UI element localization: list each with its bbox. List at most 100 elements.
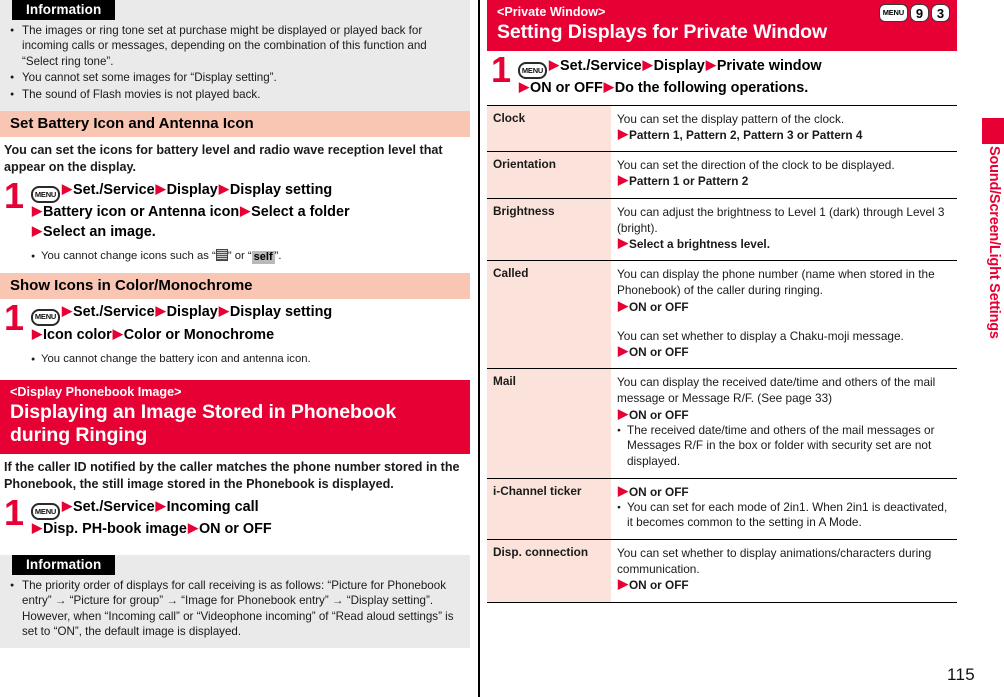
numeric-key-9-icon[interactable]: 9 [910,4,929,22]
step-private-window: 1 MENU ▶Set./Service▶Display▶Private wind… [487,52,957,99]
arrow-icon: ▶ [112,325,123,341]
desc-text: You can display the received date/time a… [617,375,936,406]
arrow-icon: ▶ [618,297,628,313]
arrow-icon: ▶ [32,222,42,238]
step-line-2: ▶Icon color▶Color or Monochrome [31,326,464,346]
arrow-icon: ▶ [618,234,628,250]
page-number: 115 [946,665,975,684]
table-row: Clock You can set the display pattern of… [487,104,957,152]
arrow-icon: ▶ [62,498,72,514]
menu-key-icon[interactable]: MENU [878,4,908,22]
list-item: The priority order of displays for call … [0,578,470,640]
option-label: ON or OFF [629,578,689,593]
setting-name: Mail [487,368,611,479]
menu-key-icon[interactable]: MENU [31,186,60,204]
table-row: Disp. connection You can set whether to … [487,538,957,603]
step-line-1: MENU ▶Set./Service▶Display▶Private window [518,57,951,80]
step-number: 1 [4,492,25,534]
step-token: Select a folder [251,204,350,221]
step-token: Private window [716,58,822,74]
arrow-icon: ▶ [218,181,229,197]
option-text: ▶ON or OFF [617,484,951,500]
arrow-icon: ▶ [618,342,628,358]
step-token: Set./Service [73,499,155,516]
desc-text: You can adjust the brightness to Level 1… [617,204,945,235]
desc-text: You can set the display pattern of the c… [617,111,845,126]
option-text: ▶ON or OFF [617,299,951,315]
chapter-banner-private-window: MENU 9 3 <Private Window> Setting Displa… [487,0,957,51]
setting-description: ▶ON or OFF You can set for each mode of … [611,477,957,540]
setting-name: Called [487,260,611,369]
setting-description: You can set whether to display animation… [611,538,957,603]
information-box-bottom: Information The priority order of displa… [0,554,470,649]
section-intro-phonebook: If the caller ID notified by the caller … [4,460,460,491]
setting-description: You can set the display pattern of the c… [611,104,957,152]
step-line-2: ▶Disp. PH-book image▶ON or OFF [31,520,464,540]
option-label: ON or OFF [629,407,689,422]
step-token: Battery icon or Antenna icon [43,204,240,221]
desc-text-2: You can set whether to display a Chaku-m… [617,328,904,343]
option-text: ▶Select a brightness level. [617,236,951,252]
step-token: Icon color [43,326,112,343]
side-tab-block [982,118,1004,144]
step-token: Disp. PH-book image [43,521,187,538]
arrow-icon: ▶ [62,181,72,197]
table-row: i-Channel ticker ▶ON or OFF You can set … [487,477,957,540]
information-list: The priority order of displays for call … [0,578,470,640]
step-token: Incoming call [166,499,259,516]
arrow-icon: ▶ [618,125,628,141]
step-token: Do the following operations. [614,80,809,97]
option-label: ON or OFF [629,299,689,314]
arrow-icon: ▶ [32,520,42,536]
list-item: The images or ring tone set at purchase … [0,23,470,69]
left-column: Information The images or ring tone set … [0,0,470,697]
list-item: The sound of Flash movies is not played … [0,87,470,103]
desc-text: You can set whether to display animation… [617,545,932,577]
arrow-icon: ▶ [218,303,229,319]
banner-subtitle: <Display Phonebook Image> [10,385,182,400]
arrow-icon: ▶ [618,482,628,498]
menu-key-icon[interactable]: MENU [518,62,547,80]
information-list: The images or ring tone set at purchase … [0,23,470,103]
step-token: Display [166,182,218,199]
numeric-key-3-icon[interactable]: 3 [931,4,950,22]
step-battery-icon: 1 MENU ▶Set./Service▶Display▶Display sett… [0,178,470,265]
note-text-end: ”. [274,250,282,263]
desc-text: You can display the phone number (name w… [617,267,935,298]
information-title: Information [12,554,116,575]
step-number: 1 [4,297,25,339]
section-heading-icon-color: Show Icons in Color/Monochrome [0,273,470,300]
arrow-icon: ▶ [618,172,628,188]
setting-description: You can set the direction of the clock t… [611,151,957,199]
step-icon-color: 1 MENU ▶Set./Service▶Display▶Display sett… [0,300,470,367]
manual-page: Information The images or ring tone set … [0,0,1004,697]
arrow-icon: ▶ [155,181,166,197]
chapter-banner-phonebook: <Display Phonebook Image> Displaying an … [0,380,470,455]
arrow-icon: ▶ [618,576,628,592]
setting-description: You can display the received date/time a… [611,368,957,479]
option-text: ▶ON or OFF [617,407,951,423]
step-token: ON or OFF [530,80,603,97]
note-text-mid: ” or “ [227,250,252,263]
menu-key-icon[interactable]: MENU [31,308,60,326]
arrow-icon: ▶ [642,57,653,72]
option-text: ▶ON or OFF [617,577,951,593]
arrow-icon: ▶ [240,203,251,219]
step-token: ON or OFF [198,521,272,538]
option-label: ON or OFF [629,484,689,499]
setting-name: Brightness [487,197,611,261]
note-list: The received date/time and others of the… [617,423,951,470]
step-note-icon-color: You cannot change the battery icon and a… [31,348,464,367]
option-text: ▶Pattern 1 or Pattern 2 [617,173,951,189]
right-column: MENU 9 3 <Private Window> Setting Displa… [487,0,957,697]
menu-key-icon[interactable]: MENU [31,503,60,521]
step-line-2: ▶Battery icon or Antenna icon▶Select a f… [31,203,464,223]
step-token: Set./Service [73,304,155,321]
arrow-icon: ▶ [705,57,716,72]
setting-name: Disp. connection [487,538,611,603]
table-row: Orientation You can set the direction of… [487,151,957,199]
note-list: You can set for each mode of 2in1. When … [617,500,951,531]
shortcut-keys: MENU 9 3 [878,4,950,22]
step-token: Display [166,304,218,321]
